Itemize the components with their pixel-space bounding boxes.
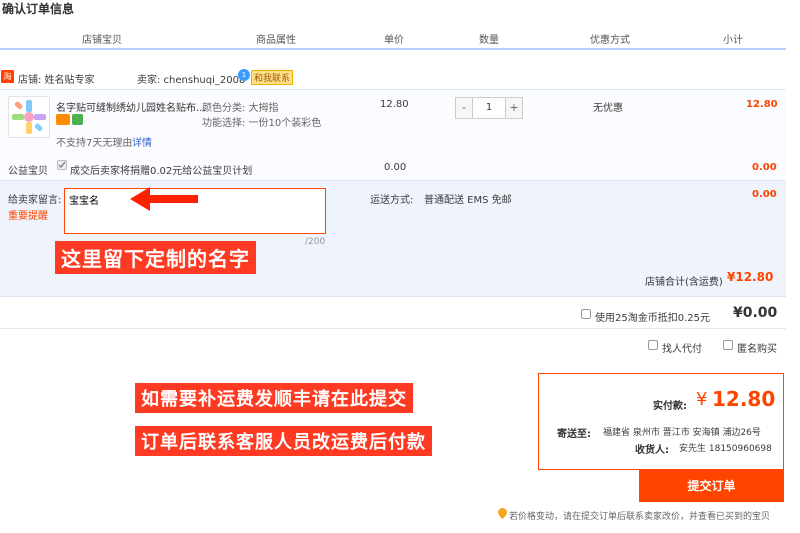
unit-price: 12.80: [380, 99, 409, 110]
details-link[interactable]: 详情: [132, 134, 152, 149]
credit-card-icon: [56, 114, 70, 125]
annotation-shipping-line2: 订单后联系客服人员改运费后付款: [135, 426, 432, 456]
pay-amount: 12.80: [712, 387, 776, 411]
column-header-attributes: 商品属性: [256, 35, 296, 46]
discount-method: 无优惠: [593, 103, 623, 114]
check-icon: [58, 161, 66, 169]
seller-name[interactable]: 卖家: chenshuqi_2008: [137, 71, 245, 86]
message-char-counter: /200: [305, 237, 326, 247]
item-subtotal: 12.80: [746, 99, 778, 110]
taobao-shop-icon: 淘: [1, 70, 14, 83]
quantity-input[interactable]: 1: [473, 98, 505, 118]
charity-checkbox[interactable]: [57, 160, 67, 170]
shipping-method-label: 运送方式:: [370, 195, 414, 206]
receiver-value: 安先生 18150960698: [679, 444, 772, 454]
quantity-increase-button[interactable]: +: [505, 98, 522, 118]
pay-currency: ¥: [696, 389, 708, 410]
shipping-method-value[interactable]: 普通配送 EMS 免邮: [424, 191, 512, 206]
attribute-color: 颜色分类: 大拇指: [202, 103, 279, 114]
shop-total-value: ¥12.80: [727, 270, 774, 284]
coins-label: 使用25淘金币抵扣0.25元: [595, 313, 710, 324]
charity-price: 0.00: [384, 162, 407, 173]
seller-message-label: 给卖家留言:: [8, 195, 62, 206]
anonymous-label: 匿名购买: [737, 344, 777, 355]
quantity-stepper: - 1 +: [455, 97, 523, 119]
coins-value: ¥0.00: [733, 305, 778, 321]
important-reminder-link[interactable]: 重要提醒: [8, 207, 48, 222]
shop-row: 淘 店铺: 姓名贴专家 卖家: chenshuqi_2008 1 和我联系: [0, 68, 800, 88]
ship-to-address: 福建省 泉州市 晋江市 安海镇 浦边26号: [603, 428, 761, 438]
page-title: 确认订单信息: [2, 2, 75, 16]
column-header-shop-item: 店铺宝贝: [82, 35, 122, 46]
charity-subtotal: 0.00: [752, 162, 777, 173]
annotation-shipping-line1: 如需要补运费发顺丰请在此提交: [135, 383, 413, 413]
attribute-function: 功能选择: 一份10个装彩色: [202, 118, 322, 129]
guarantee-badge-icon: [72, 114, 83, 125]
red-arrow-icon: [130, 187, 198, 211]
annotation-name-hint: 这里留下定制的名字: [55, 241, 256, 274]
quantity-decrease-button[interactable]: -: [456, 98, 473, 118]
column-header-bar: 店铺宝贝 商品属性 单价 数量 优惠方式 小计: [0, 24, 786, 50]
anonymous-checkbox[interactable]: [723, 340, 733, 350]
item-title[interactable]: 名字贴可缝制绣幼儿园姓名贴布...: [56, 99, 206, 114]
receiver-label: 收货人:: [635, 445, 669, 456]
pay-label: 实付款:: [653, 401, 687, 412]
shop-name[interactable]: 店铺: 姓名贴专家: [18, 71, 95, 86]
contact-seller-button[interactable]: 和我联系: [251, 70, 294, 85]
no-return-notice: 不支持7天无理由: [56, 138, 133, 149]
shipping-cost: 0.00: [752, 189, 777, 200]
location-pin-icon: [498, 508, 507, 519]
ship-to-label: 寄送至:: [557, 429, 591, 440]
column-header-quantity: 数量: [479, 35, 499, 46]
submit-order-button[interactable]: 提交订单: [639, 470, 784, 502]
shop-total-label: 店铺合计(含运费): [645, 277, 723, 288]
coins-checkbox[interactable]: [581, 309, 591, 319]
product-image-icon: [12, 100, 46, 134]
product-thumbnail[interactable]: [8, 96, 50, 138]
column-header-subtotal: 小计: [723, 35, 743, 46]
charity-text: 成交后卖家将捐赠0.02元给公益宝贝计划: [70, 166, 253, 177]
wangwang-chat-icon[interactable]: 1: [238, 69, 250, 81]
proxy-pay-checkbox[interactable]: [648, 340, 658, 350]
proxy-pay-label: 找人代付: [662, 344, 702, 355]
column-header-discount: 优惠方式: [590, 35, 630, 46]
charity-label: 公益宝贝: [8, 166, 48, 177]
price-change-notice: 若价格变动，请在提交订单后联系卖家改价，并查看已买到的宝贝: [509, 512, 771, 522]
column-header-unit-price: 单价: [384, 35, 404, 46]
